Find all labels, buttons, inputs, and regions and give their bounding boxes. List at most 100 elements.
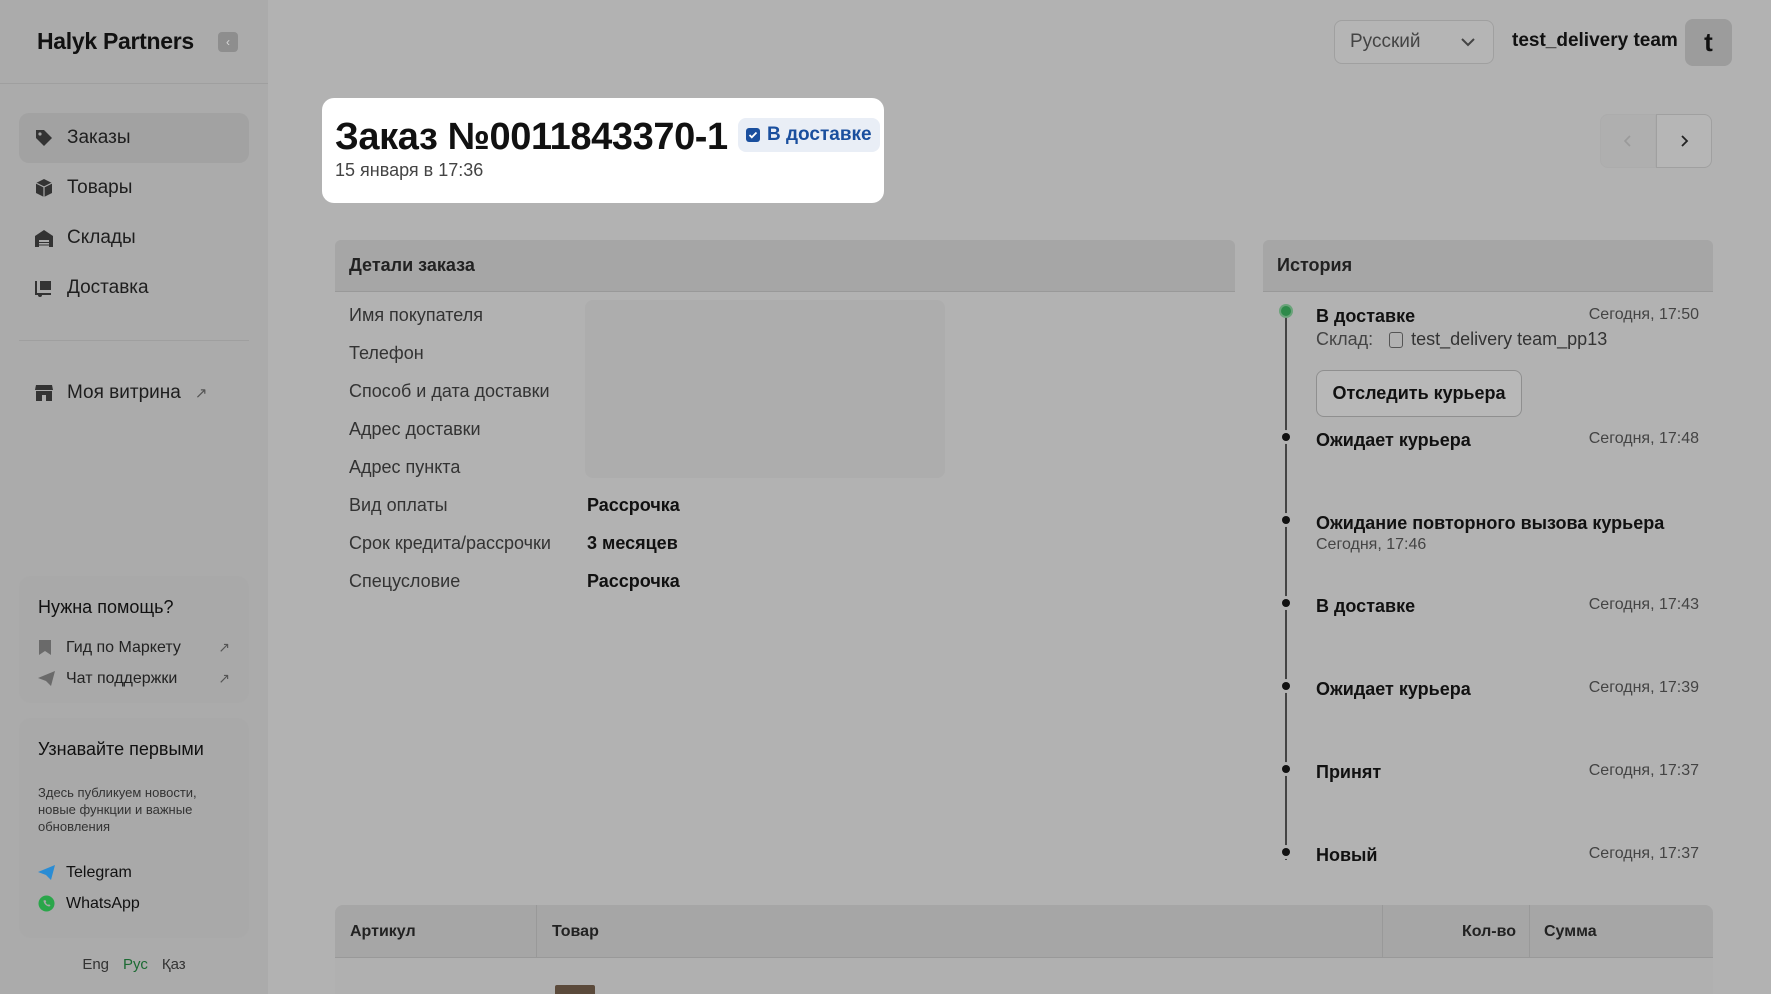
- sidebar-item-label: Склады: [67, 227, 136, 248]
- lang-eng[interactable]: Eng: [82, 956, 109, 973]
- news-title: Узнавайте первыми: [38, 739, 204, 759]
- nav-divider: [19, 340, 249, 341]
- status-label: В доставке: [767, 124, 872, 145]
- external-link-icon: ↗: [218, 670, 230, 686]
- detail-row-credit-term: Срок кредита/рассрочки 3 месяцев: [335, 524, 1235, 562]
- sidebar-item-storefront[interactable]: Моя витрина ↗: [19, 368, 249, 418]
- column-divider: [1382, 905, 1383, 958]
- detail-row-delivery-method: Способ и дата доставки: [335, 372, 1235, 410]
- language-select-value: Русский: [1350, 31, 1421, 52]
- news-card: Узнавайте первыми Здесь публикуем новост…: [19, 718, 249, 938]
- help-link-label: Чат поддержки: [66, 669, 178, 687]
- page-title: Заказ №0011843370-1: [335, 116, 728, 158]
- lang-kaz[interactable]: Қаз: [162, 956, 186, 973]
- event-dot: [1279, 845, 1293, 859]
- avatar[interactable]: t: [1685, 19, 1732, 66]
- detail-row-delivery-address: Адрес доставки: [335, 410, 1235, 448]
- help-card: Нужна помощь? Гид по Маркету ↗ Чат подде…: [19, 576, 249, 703]
- sidebar-item-label: Доставка: [67, 277, 149, 298]
- prev-order-button[interactable]: [1600, 114, 1656, 168]
- sidebar-item-warehouses[interactable]: Склады: [19, 213, 249, 263]
- collapse-sidebar-icon[interactable]: ‹: [218, 32, 238, 52]
- sidebar: Halyk Partners ‹ Заказы Товары Склады До…: [0, 0, 268, 994]
- telegram-icon: [38, 865, 56, 880]
- order-details: Детали заказа Имя покупателя Телефон Спо…: [335, 240, 1235, 600]
- detail-value: Рассрочка: [587, 570, 680, 591]
- event-time: Сегодня, 17:37: [1588, 845, 1699, 862]
- detail-label: Вид оплаты: [349, 494, 448, 515]
- external-link-icon: ↗: [218, 639, 230, 655]
- language-select[interactable]: Русский: [1334, 20, 1494, 64]
- whatsapp-label: WhatsApp: [66, 894, 140, 912]
- event-title: Принят: [1316, 762, 1382, 782]
- track-courier-button[interactable]: Отследить курьера: [1316, 370, 1522, 417]
- detail-label: Спецусловие: [349, 570, 461, 591]
- app-logo[interactable]: Halyk Partners: [37, 28, 194, 55]
- lang-rus[interactable]: Рус: [123, 956, 148, 973]
- event-title: Ожидает курьера: [1316, 679, 1471, 699]
- market-guide-link[interactable]: Гид по Маркету ↗: [38, 632, 230, 663]
- detail-label: Адрес доставки: [349, 418, 481, 439]
- box-icon: [33, 177, 55, 199]
- order-pager: [1600, 114, 1712, 168]
- warehouse-label: Склад:: [1316, 329, 1374, 349]
- language-switcher: Eng Рус Қаз: [0, 956, 268, 973]
- event-dot: [1279, 596, 1293, 610]
- tag-icon: [33, 127, 55, 149]
- timeline-line: [1285, 312, 1287, 860]
- detail-row-pickup-address: Адрес пункта: [335, 448, 1235, 486]
- column-header-sku[interactable]: Артикул: [350, 923, 416, 941]
- team-name[interactable]: test_delivery team: [1512, 30, 1678, 52]
- order-items-table: Артикул Товар Кол-во Сумма: [335, 905, 1713, 994]
- detail-row-phone: Телефон: [335, 334, 1235, 372]
- event-title: В доставке: [1316, 596, 1416, 616]
- product-thumbnail[interactable]: [555, 985, 595, 994]
- sidebar-item-products[interactable]: Товары: [19, 163, 249, 213]
- telegram-label: Telegram: [66, 863, 132, 881]
- event-dot: [1279, 513, 1293, 527]
- event-time: Сегодня, 17:48: [1588, 430, 1699, 447]
- detail-row-special-condition: Спецусловие Рассрочка: [335, 562, 1235, 600]
- help-title: Нужна помощь?: [38, 597, 174, 617]
- warehouse-value: test_delivery team_pp13: [1411, 329, 1608, 349]
- event-time: Сегодня, 17:37: [1588, 762, 1699, 779]
- external-link-icon: ↗: [194, 385, 208, 402]
- event-warehouse: Склад: test_delivery team_pp13: [1316, 329, 1607, 350]
- event-title: Ожидает курьера: [1316, 430, 1471, 450]
- event-time: Сегодня, 17:50: [1588, 306, 1699, 323]
- sidebar-item-orders[interactable]: Заказы: [19, 113, 249, 163]
- news-text: Здесь публикуем новости, новые функции и…: [38, 785, 197, 834]
- sidebar-item-delivery[interactable]: Доставка: [19, 263, 249, 313]
- detail-label: Имя покупателя: [349, 304, 483, 325]
- send-icon: [38, 671, 56, 686]
- current-status-dot: [1279, 304, 1293, 318]
- detail-value: 3 месяцев: [587, 532, 678, 553]
- details-heading: Детали заказа: [335, 240, 1235, 292]
- event-dot: [1279, 679, 1293, 693]
- sidebar-item-label: Моя витрина: [67, 382, 181, 403]
- status-badge: В доставке: [738, 118, 880, 152]
- telegram-link[interactable]: Telegram: [38, 857, 230, 888]
- event-time: Сегодня, 17:46: [1316, 536, 1427, 553]
- chevron-down-icon: [1459, 33, 1477, 57]
- detail-value: Рассрочка: [587, 494, 680, 515]
- table-header: Артикул Товар Кол-во Сумма: [335, 905, 1713, 958]
- bookmark-icon: [38, 639, 56, 656]
- detail-label: Адрес пункта: [349, 456, 461, 477]
- logo-row: Halyk Partners ‹: [0, 0, 268, 84]
- order-history: История В доставке Сегодня, 17:50 Склад:…: [1263, 240, 1713, 865]
- support-chat-link[interactable]: Чат поддержки ↗: [38, 663, 230, 694]
- sidebar-item-label: Заказы: [67, 127, 131, 148]
- column-header-product[interactable]: Товар: [552, 923, 599, 941]
- next-order-button[interactable]: [1656, 114, 1712, 168]
- column-divider: [1529, 905, 1530, 958]
- event-time: Сегодня, 17:39: [1588, 679, 1699, 696]
- column-header-sum[interactable]: Сумма: [1544, 923, 1597, 941]
- whatsapp-icon: [38, 895, 56, 912]
- whatsapp-link[interactable]: WhatsApp: [38, 888, 230, 919]
- delivery-icon: [33, 277, 55, 299]
- copy-icon[interactable]: [1389, 331, 1404, 348]
- secondary-nav: Моя витрина ↗: [0, 368, 268, 418]
- event-title: В доставке: [1316, 306, 1416, 326]
- column-header-quantity[interactable]: Кол-во: [1462, 923, 1516, 941]
